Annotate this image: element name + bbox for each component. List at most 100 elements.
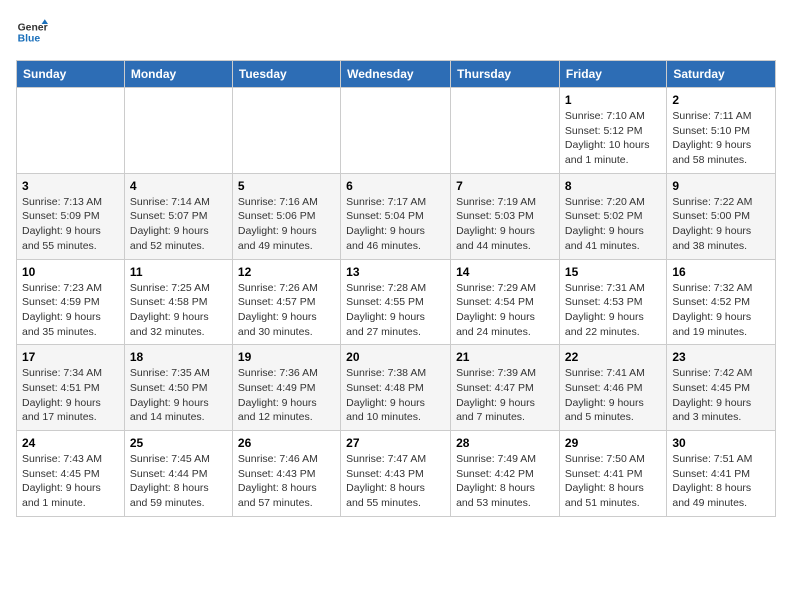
- day-number: 15: [565, 265, 661, 279]
- weekday-header-cell: Thursday: [451, 61, 560, 88]
- calendar-cell: 23 Sunrise: 7:42 AM Sunset: 4:45 PM Dayli…: [667, 345, 776, 431]
- calendar-cell: 28 Sunrise: 7:49 AM Sunset: 4:42 PM Dayli…: [451, 431, 560, 517]
- calendar-cell: 1 Sunrise: 7:10 AM Sunset: 5:12 PM Daylig…: [559, 88, 666, 174]
- weekday-header-row: SundayMondayTuesdayWednesdayThursdayFrid…: [17, 61, 776, 88]
- calendar-cell: 24 Sunrise: 7:43 AM Sunset: 4:45 PM Dayli…: [17, 431, 125, 517]
- logo: General Blue: [16, 16, 48, 48]
- day-info: Sunrise: 7:26 AM Sunset: 4:57 PM Dayligh…: [238, 281, 335, 340]
- calendar-cell: 12 Sunrise: 7:26 AM Sunset: 4:57 PM Dayli…: [232, 259, 340, 345]
- day-number: 10: [22, 265, 119, 279]
- weekday-header-cell: Tuesday: [232, 61, 340, 88]
- day-number: 30: [672, 436, 770, 450]
- calendar-week-row: 1 Sunrise: 7:10 AM Sunset: 5:12 PM Daylig…: [17, 88, 776, 174]
- day-info: Sunrise: 7:50 AM Sunset: 4:41 PM Dayligh…: [565, 452, 661, 511]
- day-info: Sunrise: 7:45 AM Sunset: 4:44 PM Dayligh…: [130, 452, 227, 511]
- calendar-cell: [451, 88, 560, 174]
- day-info: Sunrise: 7:35 AM Sunset: 4:50 PM Dayligh…: [130, 366, 227, 425]
- calendar-cell: [17, 88, 125, 174]
- day-info: Sunrise: 7:42 AM Sunset: 4:45 PM Dayligh…: [672, 366, 770, 425]
- day-info: Sunrise: 7:38 AM Sunset: 4:48 PM Dayligh…: [346, 366, 445, 425]
- day-info: Sunrise: 7:10 AM Sunset: 5:12 PM Dayligh…: [565, 109, 661, 168]
- day-number: 14: [456, 265, 554, 279]
- calendar-cell: 2 Sunrise: 7:11 AM Sunset: 5:10 PM Daylig…: [667, 88, 776, 174]
- day-info: Sunrise: 7:32 AM Sunset: 4:52 PM Dayligh…: [672, 281, 770, 340]
- calendar-cell: 22 Sunrise: 7:41 AM Sunset: 4:46 PM Dayli…: [559, 345, 666, 431]
- day-number: 20: [346, 350, 445, 364]
- day-number: 12: [238, 265, 335, 279]
- calendar-cell: 13 Sunrise: 7:28 AM Sunset: 4:55 PM Dayli…: [341, 259, 451, 345]
- calendar-cell: 17Sunrise: 7:34 AM Sunset: 4:51 PM Dayli…: [17, 345, 125, 431]
- weekday-header-cell: Sunday: [17, 61, 125, 88]
- day-number: 16: [672, 265, 770, 279]
- day-number: 5: [238, 179, 335, 193]
- calendar: SundayMondayTuesdayWednesdayThursdayFrid…: [16, 60, 776, 517]
- day-info: Sunrise: 7:11 AM Sunset: 5:10 PM Dayligh…: [672, 109, 770, 168]
- calendar-cell: 15 Sunrise: 7:31 AM Sunset: 4:53 PM Dayli…: [559, 259, 666, 345]
- day-info: Sunrise: 7:29 AM Sunset: 4:54 PM Dayligh…: [456, 281, 554, 340]
- day-info: Sunrise: 7:34 AM Sunset: 4:51 PM Dayligh…: [22, 366, 119, 425]
- calendar-cell: 10 Sunrise: 7:23 AM Sunset: 4:59 PM Dayli…: [17, 259, 125, 345]
- day-info: Sunrise: 7:17 AM Sunset: 5:04 PM Dayligh…: [346, 195, 445, 254]
- day-number: 2: [672, 93, 770, 107]
- weekday-header-cell: Friday: [559, 61, 666, 88]
- day-number: 1: [565, 93, 661, 107]
- weekday-header-cell: Monday: [124, 61, 232, 88]
- day-number: 23: [672, 350, 770, 364]
- calendar-week-row: 24 Sunrise: 7:43 AM Sunset: 4:45 PM Dayli…: [17, 431, 776, 517]
- day-number: 25: [130, 436, 227, 450]
- calendar-cell: 18Sunrise: 7:35 AM Sunset: 4:50 PM Dayli…: [124, 345, 232, 431]
- calendar-cell: [232, 88, 340, 174]
- day-info: Sunrise: 7:31 AM Sunset: 4:53 PM Dayligh…: [565, 281, 661, 340]
- calendar-cell: 7Sunrise: 7:19 AM Sunset: 5:03 PM Daylig…: [451, 173, 560, 259]
- day-info: Sunrise: 7:23 AM Sunset: 4:59 PM Dayligh…: [22, 281, 119, 340]
- calendar-cell: 4 Sunrise: 7:14 AM Sunset: 5:07 PM Daylig…: [124, 173, 232, 259]
- calendar-cell: 8Sunrise: 7:20 AM Sunset: 5:02 PM Daylig…: [559, 173, 666, 259]
- day-info: Sunrise: 7:43 AM Sunset: 4:45 PM Dayligh…: [22, 452, 119, 511]
- day-number: 4: [130, 179, 227, 193]
- calendar-cell: 20 Sunrise: 7:38 AM Sunset: 4:48 PM Dayli…: [341, 345, 451, 431]
- day-number: 28: [456, 436, 554, 450]
- weekday-header-cell: Saturday: [667, 61, 776, 88]
- day-number: 8: [565, 179, 661, 193]
- day-info: Sunrise: 7:16 AM Sunset: 5:06 PM Dayligh…: [238, 195, 335, 254]
- day-info: Sunrise: 7:22 AM Sunset: 5:00 PM Dayligh…: [672, 195, 770, 254]
- day-number: 27: [346, 436, 445, 450]
- calendar-cell: 16 Sunrise: 7:32 AM Sunset: 4:52 PM Dayli…: [667, 259, 776, 345]
- day-info: Sunrise: 7:25 AM Sunset: 4:58 PM Dayligh…: [130, 281, 227, 340]
- day-number: 3: [22, 179, 119, 193]
- logo-icon: General Blue: [16, 16, 48, 48]
- day-info: Sunrise: 7:51 AM Sunset: 4:41 PM Dayligh…: [672, 452, 770, 511]
- calendar-cell: 25 Sunrise: 7:45 AM Sunset: 4:44 PM Dayli…: [124, 431, 232, 517]
- day-info: Sunrise: 7:49 AM Sunset: 4:42 PM Dayligh…: [456, 452, 554, 511]
- calendar-body: 1 Sunrise: 7:10 AM Sunset: 5:12 PM Daylig…: [17, 88, 776, 517]
- calendar-week-row: 10 Sunrise: 7:23 AM Sunset: 4:59 PM Dayli…: [17, 259, 776, 345]
- day-number: 24: [22, 436, 119, 450]
- calendar-week-row: 3 Sunrise: 7:13 AM Sunset: 5:09 PM Daylig…: [17, 173, 776, 259]
- header: General Blue: [16, 16, 776, 48]
- day-info: Sunrise: 7:47 AM Sunset: 4:43 PM Dayligh…: [346, 452, 445, 511]
- day-info: Sunrise: 7:46 AM Sunset: 4:43 PM Dayligh…: [238, 452, 335, 511]
- svg-text:General: General: [18, 22, 48, 33]
- day-info: Sunrise: 7:39 AM Sunset: 4:47 PM Dayligh…: [456, 366, 554, 425]
- day-info: Sunrise: 7:13 AM Sunset: 5:09 PM Dayligh…: [22, 195, 119, 254]
- day-number: 13: [346, 265, 445, 279]
- calendar-cell: 19 Sunrise: 7:36 AM Sunset: 4:49 PM Dayli…: [232, 345, 340, 431]
- day-info: Sunrise: 7:28 AM Sunset: 4:55 PM Dayligh…: [346, 281, 445, 340]
- day-number: 6: [346, 179, 445, 193]
- day-number: 19: [238, 350, 335, 364]
- day-number: 22: [565, 350, 661, 364]
- calendar-cell: 5 Sunrise: 7:16 AM Sunset: 5:06 PM Daylig…: [232, 173, 340, 259]
- day-info: Sunrise: 7:41 AM Sunset: 4:46 PM Dayligh…: [565, 366, 661, 425]
- day-info: Sunrise: 7:36 AM Sunset: 4:49 PM Dayligh…: [238, 366, 335, 425]
- day-info: Sunrise: 7:19 AM Sunset: 5:03 PM Dayligh…: [456, 195, 554, 254]
- calendar-cell: [124, 88, 232, 174]
- day-info: Sunrise: 7:14 AM Sunset: 5:07 PM Dayligh…: [130, 195, 227, 254]
- calendar-cell: 26Sunrise: 7:46 AM Sunset: 4:43 PM Dayli…: [232, 431, 340, 517]
- calendar-cell: 27 Sunrise: 7:47 AM Sunset: 4:43 PM Dayli…: [341, 431, 451, 517]
- calendar-cell: 30 Sunrise: 7:51 AM Sunset: 4:41 PM Dayli…: [667, 431, 776, 517]
- day-number: 11: [130, 265, 227, 279]
- calendar-cell: 21Sunrise: 7:39 AM Sunset: 4:47 PM Dayli…: [451, 345, 560, 431]
- calendar-cell: 9Sunrise: 7:22 AM Sunset: 5:00 PM Daylig…: [667, 173, 776, 259]
- calendar-week-row: 17Sunrise: 7:34 AM Sunset: 4:51 PM Dayli…: [17, 345, 776, 431]
- svg-text:Blue: Blue: [18, 34, 41, 45]
